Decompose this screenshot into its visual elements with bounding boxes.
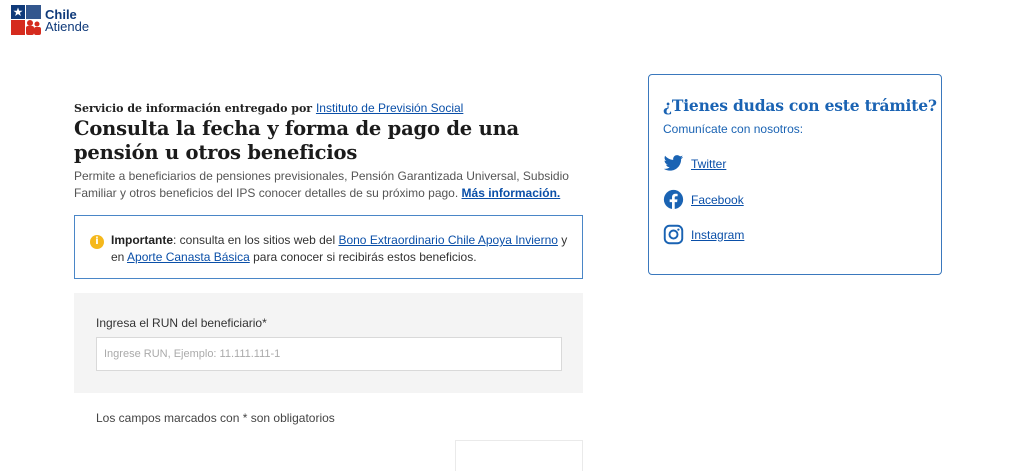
submit-button[interactable] bbox=[455, 440, 583, 471]
page-description: Permite a beneficiarios de pensiones pre… bbox=[74, 168, 584, 202]
instagram-link[interactable]: Instagram bbox=[691, 228, 744, 242]
logo-line2: Atiende bbox=[45, 19, 90, 34]
twitter-contact: Twitter bbox=[663, 153, 726, 174]
provider-link[interactable]: Instituto de Previsión Social bbox=[316, 101, 463, 115]
notice-text-after: para conocer si recibirás estos benefici… bbox=[253, 250, 477, 264]
twitter-icon[interactable] bbox=[663, 153, 684, 174]
run-input[interactable] bbox=[96, 337, 562, 371]
provider-line: Servicio de información entregado por In… bbox=[74, 101, 584, 115]
twitter-link[interactable]: Twitter bbox=[691, 157, 726, 171]
run-label: Ingresa el RUN del beneficiario* bbox=[96, 316, 267, 330]
help-card: ¿Tienes dudas con este trámite? Comuníca… bbox=[648, 74, 942, 275]
instagram-icon[interactable] bbox=[663, 224, 684, 245]
chileatiende-logo[interactable]: Chile Atiende bbox=[11, 5, 89, 35]
service-header: Servicio de información entregado por In… bbox=[74, 101, 584, 202]
canasta-basica-link[interactable]: Aporte Canasta Básica bbox=[127, 250, 250, 264]
facebook-icon[interactable] bbox=[663, 189, 684, 210]
required-fields-note: Los campos marcados con * son obligatori… bbox=[96, 411, 335, 425]
more-info-link[interactable]: Más información. bbox=[462, 186, 561, 200]
important-notice: i Importante: consulta en los sitios web… bbox=[74, 215, 583, 279]
notice-strong: Importante bbox=[111, 233, 174, 247]
help-title: ¿Tienes dudas con este trámite? bbox=[663, 96, 937, 115]
run-form: Ingresa el RUN del beneficiario* bbox=[74, 293, 583, 393]
bono-invierno-link[interactable]: Bono Extraordinario Chile Apoya Invierno bbox=[338, 233, 557, 247]
provider-prefix: Servicio de información entregado por bbox=[74, 102, 313, 115]
info-icon: i bbox=[90, 235, 104, 249]
notice-text: Importante: consulta en los sitios web d… bbox=[111, 232, 571, 266]
chile-flag-icon bbox=[11, 5, 41, 35]
notice-text-before: : consulta en los sitios web del bbox=[173, 233, 336, 247]
facebook-link[interactable]: Facebook bbox=[691, 193, 744, 207]
page-title: Consulta la fecha y forma de pago de una… bbox=[74, 117, 519, 164]
instagram-contact: Instagram bbox=[663, 224, 744, 245]
help-subtitle: Comunícate con nosotros: bbox=[663, 122, 804, 136]
facebook-contact: Facebook bbox=[663, 189, 744, 210]
